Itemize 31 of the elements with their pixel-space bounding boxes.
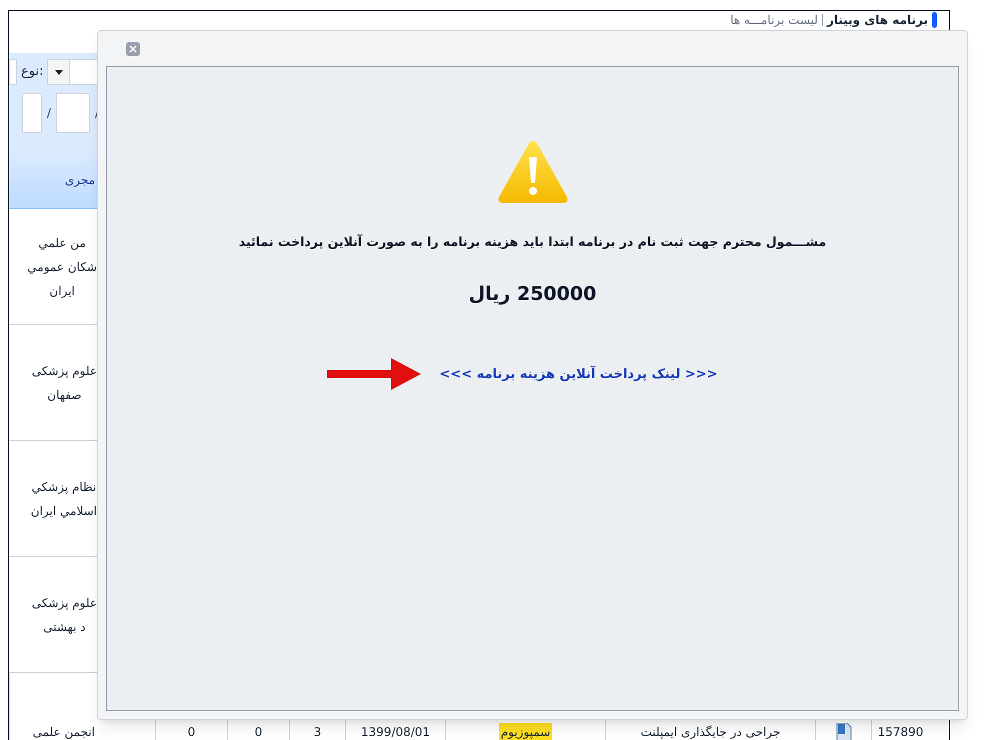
- warning-icon: [496, 139, 568, 205]
- table-cell: سمپوزیوم: [498, 723, 552, 740]
- caret-icon: [54, 70, 63, 74]
- column-header[interactable]: مجری: [64, 170, 95, 188]
- table-cell-text: نظام پزشكي اسلامي ايران: [30, 478, 97, 520]
- table-cell-text: 0: [254, 724, 262, 740]
- table-cell-text: 1399/08/01: [360, 724, 430, 740]
- payment-message: مشـــمول محترم جهت ثبت نام در برنامه ابتدا باید هزینه برنامه را به صورت آنلاین پرداخت نمائید: [238, 233, 826, 251]
- table-cell-text: علوم پزشکی صفهان: [32, 362, 97, 404]
- table-cell-text: 3: [314, 724, 322, 740]
- arrow-icon: [327, 358, 422, 390]
- type-label: نوع:: [21, 63, 44, 82]
- table-cell-text: 157890: [878, 724, 924, 740]
- breadcrumb-page: لیست برنامـــه ها: [730, 12, 818, 29]
- close-button[interactable]: [126, 42, 140, 56]
- payment-link[interactable]: <<< لینک پرداخت آنلاین هزینه برنامه >>>: [439, 364, 718, 384]
- document-icon: [834, 723, 852, 740]
- date-separator: /: [46, 105, 51, 122]
- table-cell-text: انجمن علمی: [32, 724, 95, 740]
- breadcrumb-separator: [822, 14, 823, 26]
- table-cell-text: من علمي شكان عمومي ايران: [27, 234, 97, 300]
- breadcrumb-section[interactable]: برنامه های وبینار: [826, 11, 928, 29]
- date-field[interactable]: [56, 93, 90, 133]
- table-cell-text: 0: [188, 724, 196, 740]
- close-icon: [129, 44, 137, 52]
- input-field[interactable]: [9, 59, 17, 85]
- table-cell-text: علوم پزشکی د بهشتی: [32, 594, 97, 636]
- header-marker: [932, 12, 937, 28]
- payment-amount: 250000 ریال: [468, 282, 596, 307]
- table-cell-text: جراحی در جایگذاری ایمپلنت: [640, 724, 780, 740]
- date-field[interactable]: [22, 93, 42, 133]
